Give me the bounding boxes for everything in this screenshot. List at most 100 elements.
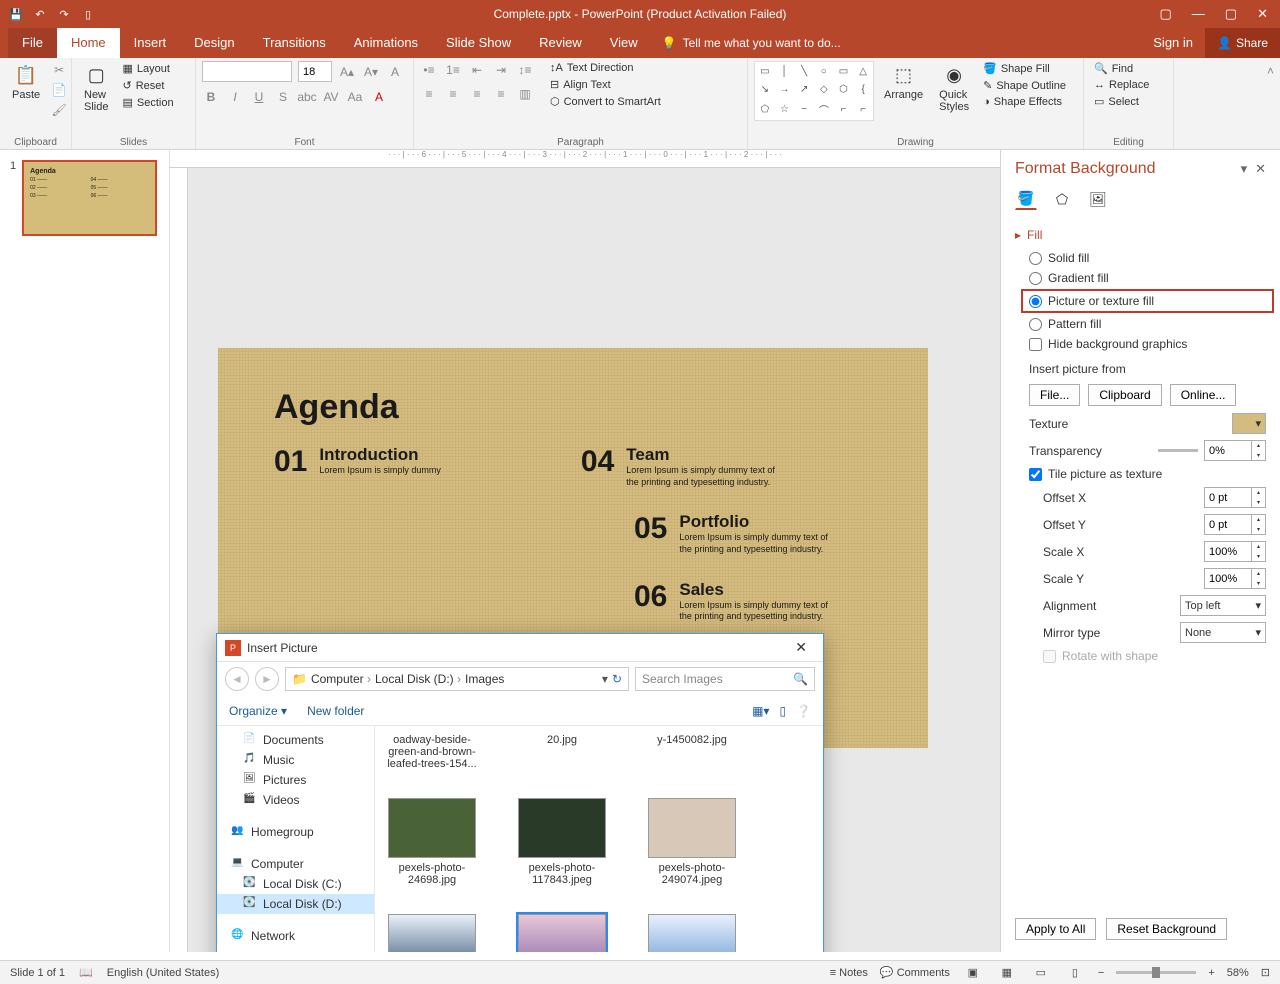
alignment-select[interactable]: Top left▾ <box>1180 595 1266 616</box>
sidebar-item-local-d[interactable]: 💽Local Disk (D:) <box>217 894 374 914</box>
sidebar-item-videos[interactable]: 🎬Videos <box>217 790 374 810</box>
sidebar-item-documents[interactable]: 📄Documents <box>217 730 374 750</box>
reset-button[interactable]: ↺Reset <box>118 78 177 93</box>
file-item[interactable]: y-1450082.jpg <box>647 734 737 770</box>
bullets-icon[interactable]: •≡ <box>420 61 438 79</box>
effects-tab-icon[interactable]: ⬠ <box>1051 188 1073 210</box>
find-button[interactable]: 🔍Find <box>1090 61 1153 76</box>
preview-pane-icon[interactable]: ▯ <box>779 704 786 718</box>
tab-view[interactable]: View <box>596 28 652 58</box>
pane-close-icon[interactable]: ✕ <box>1255 161 1266 177</box>
columns-icon[interactable]: ▥ <box>516 85 534 103</box>
transparency-spinner[interactable]: ▴▾ <box>1204 440 1266 461</box>
scale-y-spinner[interactable]: ▴▾ <box>1204 568 1266 589</box>
tab-design[interactable]: Design <box>180 28 248 58</box>
quick-styles-button[interactable]: ◉ Quick Styles <box>933 61 975 115</box>
breadcrumb[interactable]: Images <box>465 672 504 686</box>
language-indicator[interactable]: English (United States) <box>107 967 220 979</box>
zoom-out-icon[interactable]: − <box>1098 967 1104 979</box>
sidebar-item-network[interactable]: 🌐Network <box>217 926 374 946</box>
line-spacing-icon[interactable]: ↕≡ <box>516 61 534 79</box>
offset-x-spinner[interactable]: ▴▾ <box>1204 487 1266 508</box>
tile-picture-check[interactable]: Tile picture as texture <box>1029 464 1266 484</box>
text-direction-button[interactable]: ↕AText Direction <box>546 61 665 75</box>
slideshow-view-icon[interactable]: ▯ <box>1064 964 1086 982</box>
save-icon[interactable]: 💾 <box>8 6 24 22</box>
start-from-beginning-icon[interactable]: ▯ <box>80 6 96 22</box>
file-item[interactable]: pexels-photo-756799.jpeg <box>647 914 737 952</box>
justify-icon[interactable]: ≡ <box>492 85 510 103</box>
align-right-icon[interactable]: ≡ <box>468 85 486 103</box>
insert-clipboard-button[interactable]: Clipboard <box>1088 384 1161 406</box>
mirror-type-select[interactable]: None▾ <box>1180 622 1266 643</box>
normal-view-icon[interactable]: ▣ <box>962 964 984 982</box>
align-center-icon[interactable]: ≡ <box>444 85 462 103</box>
align-text-button[interactable]: ⊟Align Text <box>546 77 665 92</box>
layout-button[interactable]: ▦Layout <box>118 61 177 76</box>
search-input[interactable]: Search Images 🔍 <box>635 667 815 691</box>
fit-to-window-icon[interactable]: ⊡ <box>1261 966 1270 979</box>
increase-indent-icon[interactable]: ⇥ <box>492 61 510 79</box>
file-item[interactable]: pexels-photo-249074.jpeg <box>647 798 737 886</box>
paste-button[interactable]: 📋 Paste <box>6 61 46 103</box>
format-painter-icon[interactable]: 🖌 <box>50 101 68 119</box>
zoom-level[interactable]: 58% <box>1227 967 1249 979</box>
zoom-in-icon[interactable]: + <box>1208 967 1214 979</box>
close-icon[interactable]: ✕ <box>1257 6 1268 22</box>
cut-icon[interactable]: ✂ <box>50 61 68 79</box>
reset-background-button[interactable]: Reset Background <box>1106 918 1227 940</box>
copy-icon[interactable]: 📄 <box>50 81 68 99</box>
picture-texture-fill-radio[interactable]: Picture or texture fill <box>1021 289 1274 313</box>
shape-fill-button[interactable]: 🪣Shape Fill <box>979 61 1070 76</box>
nav-forward-icon[interactable]: ► <box>255 667 279 691</box>
shape-outline-button[interactable]: ✎Shape Outline <box>979 78 1070 93</box>
tab-review[interactable]: Review <box>525 28 596 58</box>
apply-to-all-button[interactable]: Apply to All <box>1015 918 1096 940</box>
align-left-icon[interactable]: ≡ <box>420 85 438 103</box>
italic-icon[interactable]: I <box>226 88 244 106</box>
tab-home[interactable]: Home <box>57 28 120 58</box>
select-button[interactable]: ▭Select <box>1090 94 1153 109</box>
pane-options-icon[interactable]: ▾ <box>1241 161 1248 177</box>
chevron-down-icon[interactable]: ▾ <box>602 672 608 686</box>
file-item[interactable]: pexels-photo-671658.jpeg <box>517 914 607 952</box>
file-item[interactable]: 20.jpg <box>517 734 607 770</box>
redo-icon[interactable]: ↷ <box>56 6 72 22</box>
breadcrumb[interactable]: Local Disk (D:) <box>375 672 461 686</box>
sidebar-item-music[interactable]: 🎵Music <box>217 750 374 770</box>
tab-animations[interactable]: Animations <box>340 28 432 58</box>
file-item[interactable]: pexels-photo-24698.jpg <box>387 798 477 886</box>
picture-tab-icon[interactable]: 🖼 <box>1087 188 1109 210</box>
help-icon[interactable]: ❔ <box>796 704 811 718</box>
solid-fill-radio[interactable]: Solid fill <box>1029 248 1266 268</box>
shadow-icon[interactable]: S <box>274 88 292 106</box>
minimize-icon[interactable]: — <box>1192 6 1205 22</box>
sidebar-item-pictures[interactable]: 🖼Pictures <box>217 770 374 790</box>
refresh-icon[interactable]: ↻ <box>612 672 622 686</box>
decrease-font-icon[interactable]: A▾ <box>362 63 380 81</box>
character-spacing-icon[interactable]: AV <box>322 88 340 106</box>
font-color-icon[interactable]: A <box>370 88 388 106</box>
section-button[interactable]: ▤Section <box>118 95 177 110</box>
replace-button[interactable]: ↔Replace <box>1090 78 1153 92</box>
file-item[interactable]: oadway-beside-green-and-brown-leafed-tre… <box>387 734 477 770</box>
offset-y-spinner[interactable]: ▴▾ <box>1204 514 1266 535</box>
numbering-icon[interactable]: 1≡ <box>444 61 462 79</box>
nav-back-icon[interactable]: ◄ <box>225 667 249 691</box>
zoom-slider[interactable] <box>1116 971 1196 974</box>
fill-section-header[interactable]: ▸Fill <box>1015 222 1266 248</box>
sign-in-link[interactable]: Sign in <box>1141 28 1205 58</box>
file-item[interactable]: pexels-photo-117843.jpeg <box>517 798 607 886</box>
new-folder-button[interactable]: New folder <box>307 704 364 718</box>
change-case-icon[interactable]: Aa <box>346 88 364 106</box>
address-bar[interactable]: 📁 Computer Local Disk (D:) Images ▾ ↻ <box>285 667 629 691</box>
tab-insert[interactable]: Insert <box>120 28 181 58</box>
sidebar-item-computer[interactable]: 💻Computer <box>217 854 374 874</box>
insert-online-button[interactable]: Online... <box>1170 384 1237 406</box>
transparency-slider[interactable] <box>1158 449 1198 452</box>
decrease-indent-icon[interactable]: ⇤ <box>468 61 486 79</box>
notes-button[interactable]: ≡ Notes <box>830 967 868 979</box>
tab-slideshow[interactable]: Slide Show <box>432 28 525 58</box>
ribbon-options-icon[interactable]: ▢ <box>1160 6 1172 22</box>
file-item[interactable]: pexels-photo-319882.jpeg <box>387 914 477 952</box>
